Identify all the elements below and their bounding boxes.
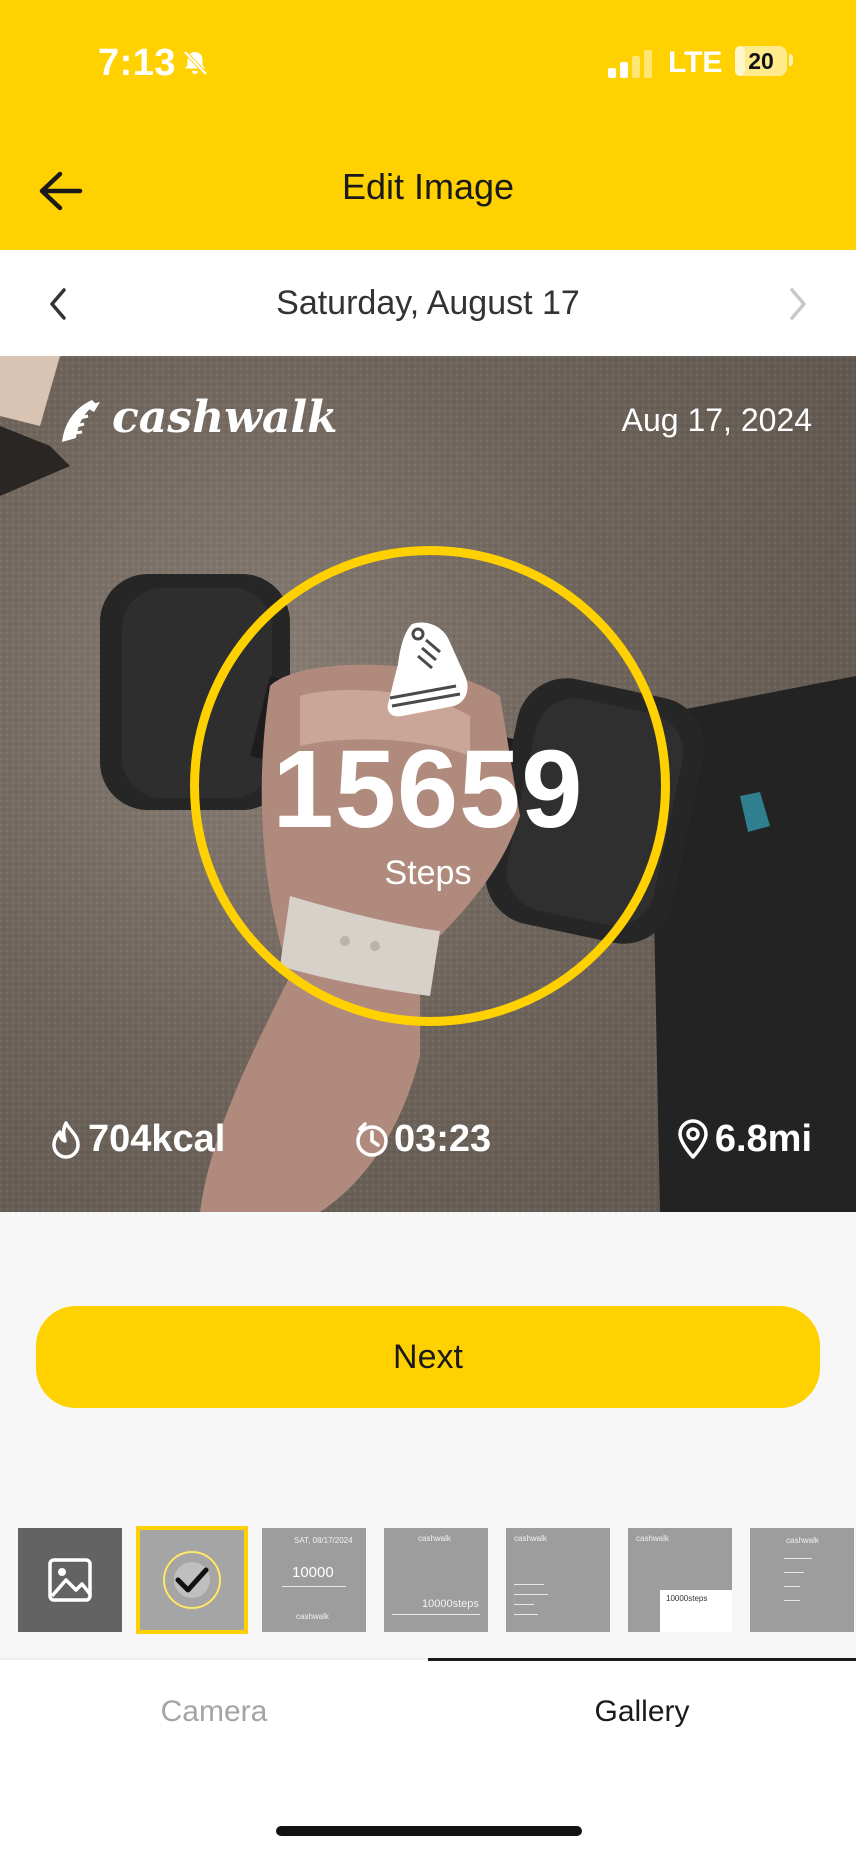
- thumbnail-line: [784, 1600, 800, 1601]
- calories-value: 704kcal: [88, 1117, 226, 1160]
- thumbnail-value: 10000steps: [666, 1594, 708, 1603]
- calories-stat: 704kcal: [48, 1114, 225, 1164]
- brand-name: cashwalk: [112, 392, 338, 443]
- page-title: Edit Image: [341, 166, 515, 207]
- duration-stat: 03:23: [354, 1114, 491, 1164]
- current-date: Saturday, August 17: [276, 284, 580, 322]
- template-thumbnail[interactable]: cashwalk 10000steps: [384, 1528, 488, 1632]
- thumbnail-value: 10000steps: [422, 1598, 479, 1610]
- steps-label: Steps: [384, 854, 472, 892]
- thumbnail-line: [514, 1614, 538, 1615]
- battery-cap: [789, 54, 793, 66]
- thumbnail-line: [784, 1558, 812, 1559]
- photo-date: Aug 17, 2024: [621, 402, 812, 438]
- thumbnail-brand: cashwalk: [786, 1536, 819, 1545]
- thumbnail-brand: cashwalk: [418, 1534, 451, 1543]
- thumbnail-brand: cashwalk: [296, 1612, 329, 1621]
- thumbnail-line: [514, 1604, 534, 1605]
- next-button-label: Next: [393, 1338, 463, 1376]
- thumbnail-header: SAT, 08/17/2024: [294, 1536, 353, 1545]
- clock-icon: [356, 1122, 388, 1157]
- template-thumbnail-strip: SAT, 08/17/2024 10000 cashwalk cashwalk …: [0, 1526, 856, 1636]
- status-time: 7:13: [98, 42, 177, 84]
- template-thumbnail[interactable]: cashwalk: [750, 1528, 854, 1632]
- template-thumbnail[interactable]: cashwalk: [506, 1528, 610, 1632]
- thumbnail-brand: cashwalk: [636, 1534, 669, 1543]
- gallery-picker-thumbnail[interactable]: [18, 1528, 122, 1632]
- battery-level: 20: [748, 48, 774, 74]
- image-icon: [48, 1558, 92, 1602]
- location-pin-icon: [678, 1119, 708, 1159]
- duration-value: 03:23: [394, 1117, 492, 1160]
- signal-icon: [608, 50, 652, 78]
- distance-value: 6.8mi: [714, 1117, 812, 1160]
- photo-preview: cashwalk Aug 17, 2024 15659 Steps 704kca…: [0, 356, 856, 1212]
- thumbnail-line: [784, 1586, 800, 1587]
- edit-image-screen: 7:13 LTE 20 Edit Image Saturday, August: [0, 0, 856, 1856]
- top-bar: 7:13 LTE 20 Edit Image: [0, 0, 856, 250]
- bell-slash-icon: [183, 50, 208, 76]
- cashwalk-logo-icon: [62, 400, 100, 442]
- date-navigation: Saturday, August 17: [0, 250, 856, 356]
- template-thumbnail-selected[interactable]: [136, 1526, 248, 1634]
- thumbnail-line: [784, 1572, 804, 1573]
- thumbnail-divider: [282, 1586, 346, 1587]
- template-thumbnail[interactable]: SAT, 08/17/2024 10000 cashwalk: [262, 1528, 366, 1632]
- home-indicator[interactable]: [276, 1826, 582, 1836]
- tab-gallery[interactable]: Gallery: [428, 1660, 856, 1784]
- chevron-right-icon[interactable]: [782, 286, 812, 322]
- template-thumbnail[interactable]: cashwalk 10000steps: [628, 1528, 732, 1632]
- checkmark-icon: [175, 1567, 209, 1593]
- battery-icon: 20: [735, 46, 787, 76]
- thumbnail-divider: [392, 1614, 480, 1615]
- steps-count: 15659: [272, 728, 584, 851]
- thumbnail-value: 10000: [292, 1564, 334, 1581]
- thumbnail-card: 10000steps: [660, 1590, 732, 1632]
- thumbnail-line: [514, 1584, 544, 1585]
- thumbnail-brand: cashwalk: [514, 1534, 547, 1543]
- flame-icon: [52, 1121, 80, 1159]
- shoe-icon: [387, 622, 468, 717]
- thumbnail-line: [514, 1594, 548, 1595]
- network-type: LTE: [668, 46, 723, 79]
- distance-stat: 6.8mi: [675, 1114, 812, 1164]
- tab-camera[interactable]: Camera: [0, 1660, 428, 1784]
- next-button[interactable]: Next: [36, 1306, 820, 1408]
